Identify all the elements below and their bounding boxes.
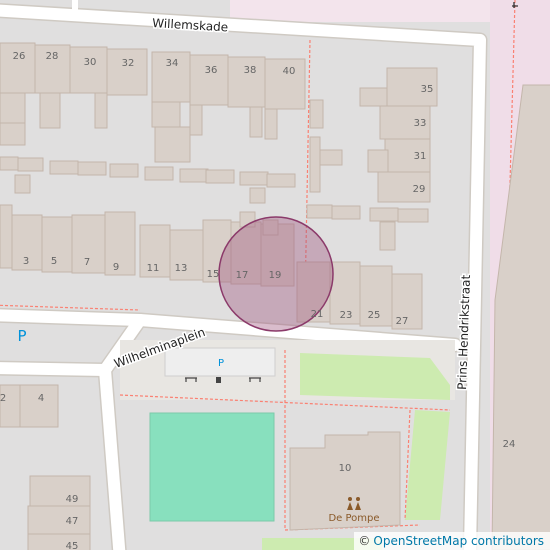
house-number: 38 [244,65,257,76]
attribution-link[interactable]: OpenStreetMap contributors [373,534,544,548]
house-number: 3 [23,256,29,267]
house-number: 30 [84,57,97,68]
house-number: 31 [414,151,427,162]
house-number: 28 [46,51,59,62]
parking-icon: P [218,358,224,369]
grass-area [300,353,450,400]
house-number: 27 [396,316,409,327]
house-number: 2 [0,393,6,404]
waste-basket-icon [216,377,221,383]
house-number: 36 [205,65,218,76]
house-number: 45 [66,541,79,550]
map[interactable]: 26 28 30 32 34 36 38 40 35 33 31 29 3 5 … [0,0,550,550]
house-number: 4 [38,393,44,404]
house-number: 10 [339,463,352,474]
road-side [0,362,111,376]
house-number: 15 [207,269,220,280]
sports-pitch [149,412,275,522]
parking-icon: P [17,327,26,345]
house-number: 5 [51,256,57,267]
house-number: 19 [269,270,282,281]
poi-label-de-pompe: De Pompe [328,513,379,524]
house-number: 26 [13,51,26,62]
house-number: 29 [413,184,426,195]
house-number: 25 [368,310,381,321]
house-number: 34 [166,58,179,69]
house-number: 23 [340,310,353,321]
road-stub [72,0,78,10]
map-attribution: © OpenStreetMap contributors [354,532,550,550]
house-number: 49 [66,494,79,505]
house-number: 32 [122,58,135,69]
house-number: 47 [66,516,79,527]
house-number: 35 [421,84,434,95]
house-number: 40 [283,66,296,77]
house-number: 33 [414,118,427,129]
map-canvas[interactable]: 26 28 30 32 34 36 38 40 35 33 31 29 3 5 … [0,0,550,550]
house-number: 24 [503,439,516,450]
house-number: 13 [175,263,188,274]
house-number: 9 [113,262,119,273]
house-number: 11 [147,263,160,274]
house-number: 7 [84,257,90,268]
house-number: 21 [311,309,324,320]
copyright-symbol: © [358,534,371,548]
house-number: 17 [236,270,249,281]
